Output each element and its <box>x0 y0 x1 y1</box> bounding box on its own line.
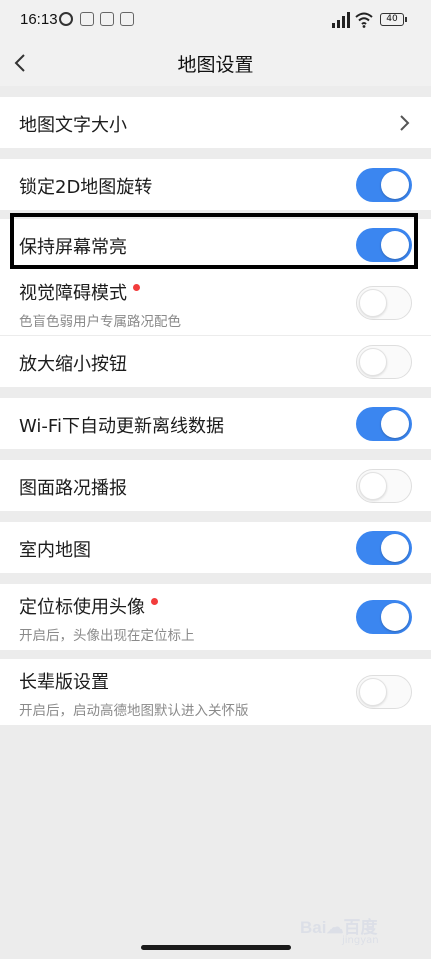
battery-tip <box>405 17 407 22</box>
setting-label: 锁定2D地图旋转 <box>19 177 153 198</box>
setting-label-text: 视觉障碍模式 <box>19 283 127 304</box>
lock-2d-rotation-toggle[interactable] <box>356 168 412 202</box>
notification-icon <box>100 12 114 26</box>
setting-elder-mode: 长辈版设置 开启后，启动高德地图默认进入关怀版 <box>0 659 431 725</box>
screen: 16:13 40 地图设置 地图文字大小 锁定2D地图旋转 保持屏幕常亮 视觉障… <box>0 0 431 959</box>
setting-lock-2d-rotation: 锁定2D地图旋转 <box>0 159 431 210</box>
setting-map-text-size[interactable]: 地图文字大小 <box>0 97 431 148</box>
setting-label: 保持屏幕常亮 <box>19 237 127 258</box>
watermark-logo: Bai☁百度 jingyan <box>300 918 379 946</box>
toggle-knob <box>381 534 409 562</box>
toggle-knob <box>359 288 387 317</box>
setting-wifi-offline-update: Wi-Fi下自动更新离线数据 <box>0 398 431 449</box>
notification-icon <box>120 12 134 26</box>
avatar-location-marker-toggle[interactable] <box>356 600 412 634</box>
setting-description: 开启后，头像出现在定位标上 <box>19 628 195 644</box>
setting-label: 室内地图 <box>19 540 91 561</box>
setting-avatar-location-marker: 定位标使用头像 开启后，头像出现在定位标上 <box>0 584 431 650</box>
home-indicator[interactable] <box>141 945 291 950</box>
setting-label: 放大缩小按钮 <box>19 354 127 375</box>
alarm-icon <box>59 12 73 26</box>
settings-list: 地图文字大小 锁定2D地图旋转 保持屏幕常亮 视觉障碍模式 色盲色弱用户专属路况… <box>0 86 431 725</box>
wifi-offline-update-toggle[interactable] <box>356 407 412 441</box>
signal-icon <box>332 12 350 28</box>
setting-zoom-buttons: 放大缩小按钮 <box>0 336 431 387</box>
setting-description: 色盲色弱用户专属路况配色 <box>19 314 181 330</box>
toggle-knob <box>381 603 409 631</box>
setting-label: 定位标使用头像 <box>19 593 158 619</box>
setting-label-text: 定位标使用头像 <box>19 597 145 618</box>
setting-indoor-map: 室内地图 <box>0 522 431 573</box>
setting-label: 视觉障碍模式 <box>19 279 140 305</box>
setting-description: 开启后，启动高德地图默认进入关怀版 <box>19 703 249 719</box>
notification-icon <box>80 12 94 26</box>
traffic-broadcast-toggle[interactable] <box>356 469 412 503</box>
toggle-knob <box>359 471 387 500</box>
status-bar: 16:13 40 <box>0 0 431 40</box>
toggle-knob <box>381 231 409 259</box>
zoom-buttons-toggle[interactable] <box>356 345 412 379</box>
setting-label: Wi-Fi下自动更新离线数据 <box>19 416 224 437</box>
toggle-knob <box>381 171 409 199</box>
new-badge-dot <box>151 598 158 605</box>
keep-screen-on-toggle[interactable] <box>356 228 412 262</box>
battery-icon: 40 <box>380 13 404 26</box>
indoor-map-toggle[interactable] <box>356 531 412 565</box>
toggle-knob <box>381 410 409 438</box>
toggle-knob <box>359 677 387 706</box>
visual-impairment-mode-toggle[interactable] <box>356 286 412 320</box>
new-badge-dot <box>133 284 140 291</box>
setting-keep-screen-on: 保持屏幕常亮 <box>0 219 431 270</box>
status-time: 16:13 <box>20 11 58 28</box>
wifi-icon <box>355 12 373 28</box>
chevron-right-icon <box>400 115 410 131</box>
page-title: 地图设置 <box>177 54 254 76</box>
elder-mode-toggle[interactable] <box>356 675 412 709</box>
setting-label: 图面路况播报 <box>19 478 127 499</box>
setting-label: 长辈版设置 <box>19 672 109 693</box>
setting-label: 地图文字大小 <box>19 115 127 136</box>
setting-traffic-broadcast: 图面路况播报 <box>0 460 431 511</box>
setting-visual-impairment-mode: 视觉障碍模式 色盲色弱用户专属路况配色 <box>0 270 431 336</box>
header: 地图设置 <box>0 40 431 86</box>
toggle-knob <box>359 347 387 376</box>
